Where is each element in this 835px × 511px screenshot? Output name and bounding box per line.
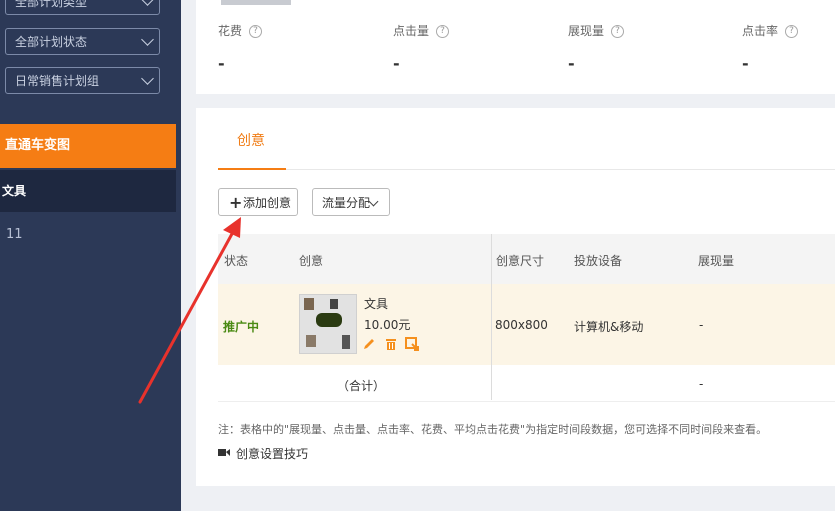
tab-active-indicator <box>218 168 286 170</box>
help-icon[interactable]: ? <box>611 25 625 38</box>
col-creative: 创意 <box>299 254 324 268</box>
trash-icon[interactable] <box>384 337 398 351</box>
table-note: 注：表格中的"展现量、点击量、点击率、花费、平均点击花费"为指定时间段数据，您可… <box>218 423 768 436</box>
traffic-allocation-label: 流量分配 <box>322 196 371 210</box>
stat-value-clicks: - <box>393 54 400 73</box>
status-badge: 推广中 <box>223 320 260 334</box>
creative-size: 800x800 <box>495 318 548 332</box>
stat-label-clicks: 点击量? <box>393 22 450 39</box>
creative-title: 文具 <box>364 297 389 311</box>
tab-divider <box>218 169 835 170</box>
total-label: （合计） <box>337 379 386 393</box>
stat-value-ctr: - <box>742 54 749 73</box>
device: 计算机&移动 <box>574 320 644 334</box>
help-icon[interactable]: ? <box>785 25 799 38</box>
stats-card <box>196 0 835 94</box>
stat-label-ctr: 点击率? <box>742 22 799 39</box>
table-total-row <box>218 365 835 402</box>
tab-creative[interactable]: 创意 <box>237 130 265 150</box>
creative-image[interactable] <box>299 294 357 354</box>
sidebar-item-active[interactable]: 直通车变图 <box>0 124 176 168</box>
sidebar-number[interactable]: 11 <box>6 227 23 242</box>
sidebar-subitem[interactable]: 文具 <box>0 170 176 212</box>
plan-status-select[interactable]: 全部计划状态 <box>5 28 160 55</box>
tips-link[interactable]: 创意设置技巧 <box>218 445 308 462</box>
col-impressions: 展现量 <box>698 254 735 268</box>
sidebar: 全部计划类型 全部计划状态 日常销售计划组 直通车变图 文具 11 <box>0 0 181 511</box>
preview-icon[interactable] <box>405 337 419 351</box>
plus-icon: + <box>229 193 243 212</box>
stat-label-impressions: 展现量? <box>568 22 625 39</box>
plan-type-select[interactable]: 全部计划类型 <box>5 0 160 15</box>
column-divider <box>491 234 492 400</box>
help-icon[interactable]: ? <box>249 25 263 38</box>
col-status: 状态 <box>224 254 249 268</box>
tips-label: 创意设置技巧 <box>236 447 309 461</box>
creative-price: 10.00元 <box>364 318 411 332</box>
add-creative-button[interactable]: + 添加创意 <box>218 188 298 216</box>
total-impressions: - <box>699 377 704 391</box>
impressions-value: - <box>699 318 704 332</box>
plan-type-label: 全部计划类型 <box>15 0 88 9</box>
video-camera-icon <box>218 449 230 456</box>
help-icon[interactable]: ? <box>436 25 450 38</box>
traffic-allocation-button[interactable]: 流量分配 <box>312 188 390 216</box>
add-creative-label: 添加创意 <box>243 196 292 210</box>
thumbnail-partial <box>221 0 291 5</box>
stat-value-spend: - <box>218 54 225 73</box>
col-device: 投放设备 <box>574 254 623 268</box>
plan-group-select[interactable]: 日常销售计划组 <box>5 67 160 94</box>
col-size: 创意尺寸 <box>496 254 545 268</box>
stat-label-spend: 花费? <box>218 22 263 39</box>
chevron-down-icon <box>368 196 379 207</box>
stat-value-impressions: - <box>568 54 575 73</box>
chevron-down-icon <box>141 72 154 85</box>
plan-group-label: 日常销售计划组 <box>15 74 100 88</box>
pencil-icon[interactable] <box>362 337 376 351</box>
chevron-down-icon <box>141 0 154 6</box>
chevron-down-icon <box>141 33 154 46</box>
plan-status-label: 全部计划状态 <box>15 35 88 49</box>
